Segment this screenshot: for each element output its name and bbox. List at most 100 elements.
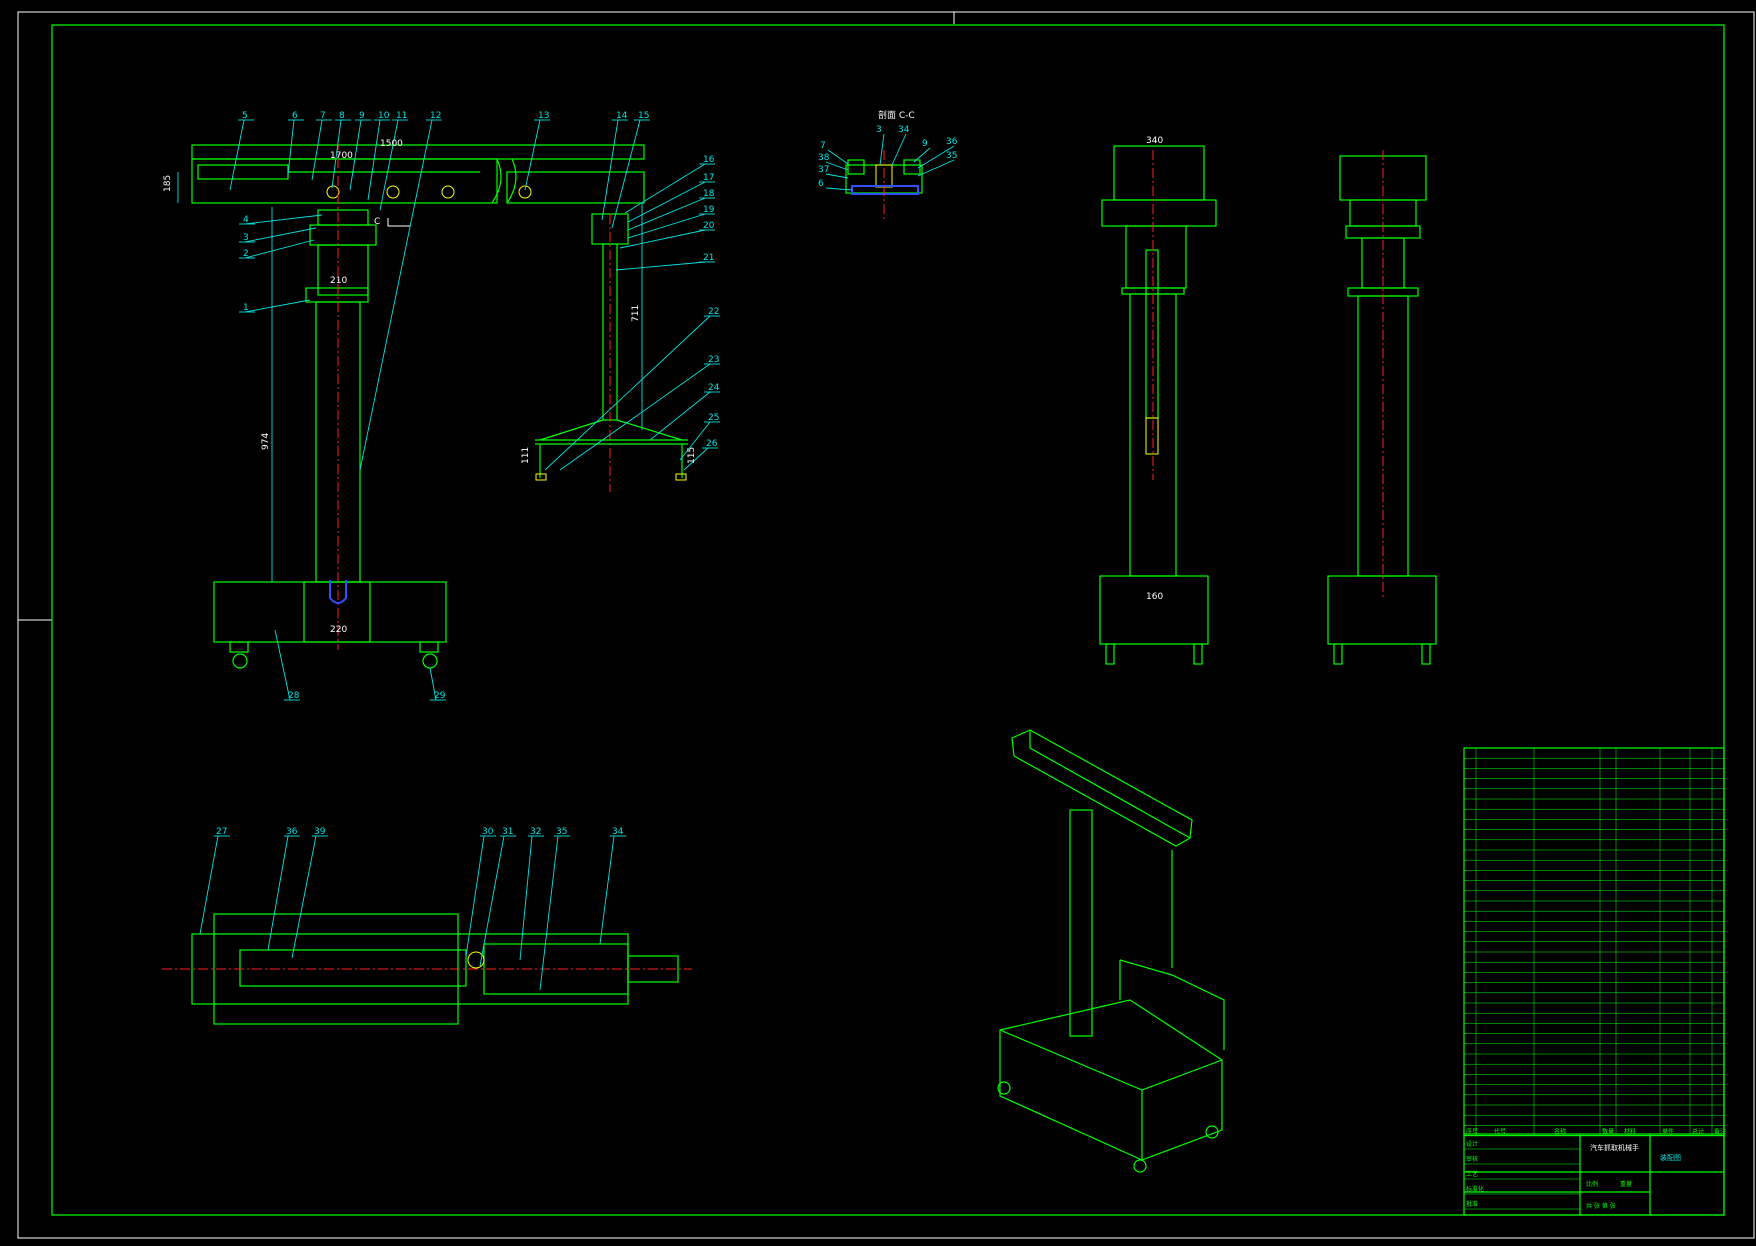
callout-number: 8 [339, 111, 345, 121]
callout-number: 3 [243, 233, 249, 243]
leader-line [311, 119, 323, 181]
leader-line [615, 261, 706, 271]
leader-line [244, 299, 311, 313]
callout-number: 17 [703, 173, 714, 183]
leader-line [619, 229, 706, 249]
title-block-role: 设计 [1466, 1140, 1478, 1148]
leader-line [367, 119, 381, 201]
callout-number: 34 [898, 125, 910, 135]
dim-side-width: 160 [1146, 592, 1163, 602]
callout-number: 30 [482, 827, 494, 837]
side-base [1099, 575, 1209, 645]
drawing-title: 汽车抓取机械手 [1590, 1143, 1639, 1152]
leader-line [539, 835, 559, 991]
callout-number: 9 [359, 111, 365, 121]
title-block: 汽车抓取机械手 装配图 比例 重量 共 张 第 张 设计审核工艺标准化批准 [1463, 1133, 1725, 1216]
callout-number: 39 [314, 827, 326, 837]
leader-line [627, 213, 706, 239]
dim-top-width: 340 [1146, 136, 1163, 146]
leader-line [611, 119, 641, 229]
leader-line [879, 133, 885, 166]
iso-base-edges [999, 1029, 1223, 1160]
caster-left [229, 641, 249, 653]
plan-view [162, 913, 692, 1025]
callout-number: 29 [434, 691, 446, 701]
dim-base-width: 220 [330, 625, 347, 635]
title-block-role: 审核 [1466, 1155, 1478, 1163]
leader-line [267, 835, 289, 951]
leader-line [917, 159, 955, 177]
front-view [177, 140, 688, 669]
callout-number: 16 [703, 155, 715, 165]
side-head [1113, 145, 1205, 201]
leader-line [827, 149, 849, 165]
callout-number: 13 [538, 111, 549, 121]
callout-number: 38 [818, 153, 830, 163]
title-block-role: 批准 [1466, 1200, 1478, 1208]
callout-number: 23 [708, 355, 719, 365]
iso-arm-edge [1029, 730, 1191, 839]
callout-number: 4 [243, 215, 249, 225]
callout-number: 14 [616, 111, 628, 121]
side-lift-rod [1145, 249, 1159, 419]
dim-arm-reach-a: 1500 [380, 139, 403, 149]
callout-number: 32 [530, 827, 541, 837]
callout-number: 9 [922, 139, 928, 149]
callout-number: 7 [320, 111, 326, 121]
wheel-left [232, 653, 248, 669]
side-lift-tip [1145, 417, 1159, 455]
section-callouts: 7 38 37 6 3 34 9 36 35 [818, 125, 958, 191]
callout-number: 6 [292, 111, 298, 121]
callout-number: 25 [708, 413, 719, 423]
weight-label: 重量 [1620, 1180, 1632, 1188]
section-arrow [387, 218, 410, 227]
bolt-b [386, 185, 400, 199]
leader-line [599, 835, 615, 945]
callout-number: 22 [708, 307, 719, 317]
side-view [1099, 145, 1217, 665]
callout-number: 1 [243, 303, 249, 313]
leader-line [199, 835, 219, 935]
callout-number: 5 [242, 111, 248, 121]
callout-number: 7 [820, 141, 826, 151]
arm-top-frame [191, 144, 645, 160]
callout-number: 37 [818, 165, 829, 175]
dim-column-height: 974 [261, 433, 271, 450]
gripper-pad-right [675, 473, 687, 481]
leader-line [287, 119, 295, 176]
leader-line [291, 835, 317, 959]
callout-number: 34 [612, 827, 624, 837]
side-carriage [1101, 199, 1217, 227]
callout-number: 36 [946, 137, 958, 147]
bolt-a [326, 185, 340, 199]
title-block-role: 标准化 [1466, 1185, 1484, 1193]
leader-line [544, 315, 711, 471]
iso-base [999, 999, 1223, 1161]
section-clamp-right [903, 159, 921, 175]
gripper-pad-left [535, 473, 547, 481]
leader-line [519, 835, 533, 961]
plan-rail [239, 949, 467, 987]
callout-number: 15 [638, 111, 649, 121]
callout-number: 3 [876, 125, 882, 135]
leader-line [244, 227, 317, 243]
dim-gripper-offset: 115 [687, 447, 697, 464]
dim-arm-height: 185 [163, 175, 173, 192]
callout-number: 21 [703, 253, 714, 263]
callout-number: 36 [286, 827, 298, 837]
side-wheel-right [1193, 643, 1203, 665]
rear-view [1327, 150, 1437, 665]
callout-number: 27 [216, 827, 227, 837]
callout-number: 35 [946, 151, 957, 161]
caster-right [419, 641, 439, 653]
leader-line [601, 119, 619, 221]
dim-gripper-height: 111 [521, 447, 531, 464]
iso-column [1069, 809, 1093, 1037]
leader-line [244, 239, 315, 259]
arm-rail [197, 164, 289, 180]
sheet-label: 共 张 第 张 [1586, 1202, 1616, 1210]
side-wheel-left [1105, 643, 1115, 665]
bolt-c [441, 185, 455, 199]
plan-bolt [467, 951, 485, 969]
iso-wheel-2 [1133, 1159, 1147, 1173]
